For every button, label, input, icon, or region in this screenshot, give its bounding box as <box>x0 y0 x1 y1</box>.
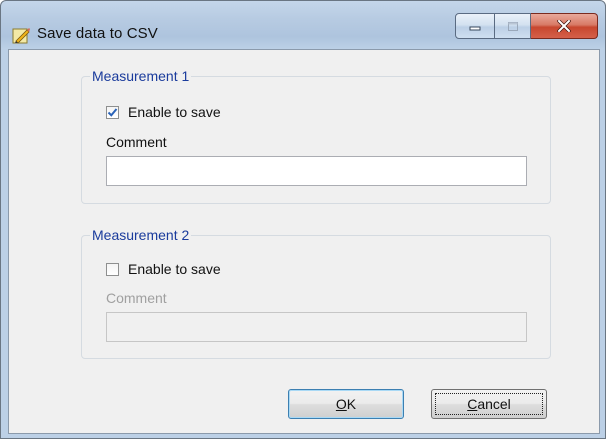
csv-pencil-icon <box>12 28 30 44</box>
window-title: Save data to CSV <box>37 25 158 42</box>
ok-button[interactable]: OK <box>288 389 404 419</box>
ok-button-mnemonic: O <box>335 396 347 412</box>
measurement-2-legend: Measurement 2 <box>90 226 192 244</box>
maximize-button[interactable] <box>495 13 531 39</box>
close-icon <box>557 20 571 32</box>
close-button[interactable] <box>531 13 598 39</box>
measurement-1-enable-checkbox[interactable]: Enable to save <box>106 104 221 120</box>
dialog-window: Save data to CSV Measurement 1 Enable to… <box>0 0 606 439</box>
minimize-icon <box>469 26 481 31</box>
measurement-2-checkbox-box[interactable] <box>106 262 119 276</box>
cancel-button[interactable]: Cancel <box>431 389 547 419</box>
measurement-2-comment-label: Comment <box>106 290 167 306</box>
measurement-1-group: Measurement 1 Enable to save Comment <box>81 67 551 204</box>
maximize-icon <box>507 21 518 31</box>
measurement-2-comment-input <box>107 313 526 341</box>
cancel-button-focus-ring <box>435 393 543 415</box>
checkmark-icon <box>107 107 118 117</box>
measurement-2-enable-checkbox[interactable]: Enable to save <box>106 261 221 277</box>
measurement-2-group: Measurement 2 Enable to save Comment <box>81 226 551 359</box>
dialog-client-area: Measurement 1 Enable to save Comment Mea… <box>8 49 600 434</box>
measurement-2-enable-label: Enable to save <box>128 261 221 277</box>
measurement-1-comment-label: Comment <box>106 134 167 150</box>
measurement-2-comment-field <box>106 312 527 342</box>
minimize-button[interactable] <box>455 13 495 39</box>
ok-button-label: K <box>346 396 357 412</box>
measurement-1-legend: Measurement 1 <box>90 67 192 85</box>
caption-buttons <box>455 13 598 41</box>
measurement-1-checkbox-box[interactable] <box>106 105 119 119</box>
measurement-1-comment-input[interactable] <box>107 157 526 185</box>
measurement-1-comment-field[interactable] <box>106 156 527 186</box>
measurement-1-enable-label: Enable to save <box>128 104 221 120</box>
title-bar[interactable]: Save data to CSV <box>1 1 605 49</box>
